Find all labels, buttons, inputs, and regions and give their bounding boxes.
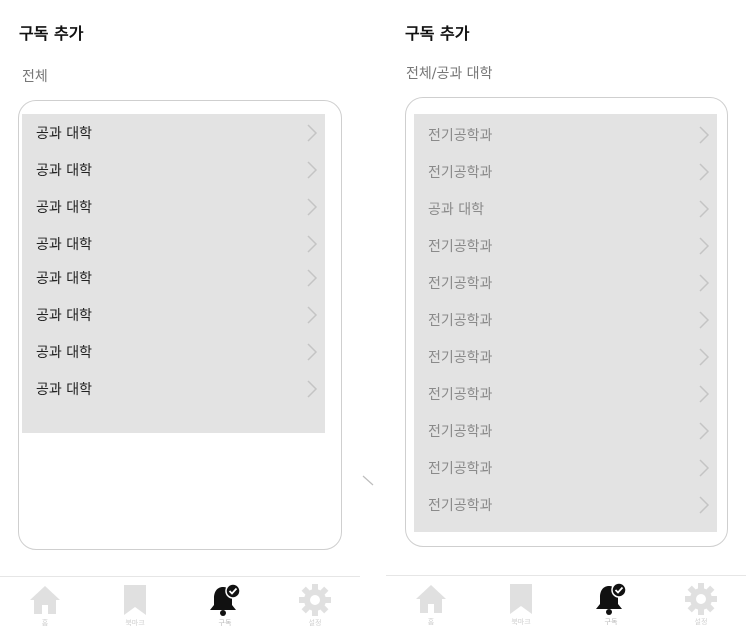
chevron-right-icon xyxy=(699,163,710,181)
chevron-right-icon xyxy=(699,422,710,440)
list-item-label: 공과 대학 xyxy=(36,345,92,361)
list-item[interactable]: 공과 대학 xyxy=(22,263,325,293)
tab-bookmark[interactable]: 북마크 xyxy=(105,577,165,628)
tab-label: 설정 xyxy=(308,619,322,627)
bell-check-icon xyxy=(596,582,627,615)
list-item[interactable]: 전기공학과 xyxy=(414,120,717,150)
list-item[interactable]: 전기공학과 xyxy=(414,268,717,298)
chevron-right-icon xyxy=(699,237,710,255)
tab-label: 홈 xyxy=(427,618,435,626)
home-icon xyxy=(416,585,446,613)
tab-label: 북마크 xyxy=(125,619,145,627)
chevron-right-icon xyxy=(699,496,710,514)
tab-bar: 홈 북마크 구독 설정 xyxy=(386,575,746,641)
tab-settings[interactable]: 설정 xyxy=(671,576,731,627)
college-list: 공과 대학 공과 대학 공과 대학 공과 대학 공과 대학 공과 대학 공과 대… xyxy=(22,114,325,433)
list-item[interactable]: 공과 대학 xyxy=(22,155,325,185)
tab-home[interactable]: 홈 xyxy=(15,577,75,628)
gear-icon xyxy=(299,584,331,616)
list-item-label: 공과 대학 xyxy=(36,308,92,324)
list-item-label: 공과 대학 xyxy=(36,237,92,253)
list-card: 공과 대학 공과 대학 공과 대학 공과 대학 공과 대학 공과 대학 공과 대… xyxy=(18,100,342,550)
chevron-right-icon xyxy=(307,198,318,216)
chevron-right-icon xyxy=(699,311,710,329)
list-item[interactable]: 전기공학과 xyxy=(414,342,717,372)
department-list: 전기공학과 전기공학과 공과 대학 전기공학과 전기공학과 전기공학과 전기공학… xyxy=(414,114,717,532)
bell-check-icon xyxy=(210,583,241,616)
list-item[interactable]: 공과 대학 xyxy=(22,229,325,259)
chevron-right-icon xyxy=(307,343,318,361)
list-item-label: 전기공학과 xyxy=(428,276,493,292)
list-item[interactable]: 전기공학과 xyxy=(414,490,717,520)
gear-icon xyxy=(685,583,717,615)
chevron-right-icon xyxy=(307,235,318,253)
list-item[interactable]: 전기공학과 xyxy=(414,305,717,335)
chevron-right-icon xyxy=(699,126,710,144)
tab-bookmark[interactable]: 북마크 xyxy=(491,576,551,627)
bookmark-icon xyxy=(124,585,146,615)
list-item[interactable]: 공과 대학 xyxy=(22,192,325,222)
chevron-right-icon xyxy=(307,306,318,324)
list-item-label: 전기공학과 xyxy=(428,424,493,440)
chevron-right-icon xyxy=(307,161,318,179)
chevron-right-icon xyxy=(307,124,318,142)
list-item[interactable]: 전기공학과 xyxy=(414,157,717,187)
list-item-label: 전기공학과 xyxy=(428,387,493,403)
list-item-label: 공과 대학 xyxy=(36,200,92,216)
list-item[interactable]: 공과 대학 xyxy=(414,194,717,224)
list-item[interactable]: 전기공학과 xyxy=(414,453,717,483)
list-item-label: 전기공학과 xyxy=(428,461,493,477)
list-item[interactable]: 전기공학과 xyxy=(414,231,717,261)
list-item[interactable]: 공과 대학 xyxy=(22,300,325,330)
breadcrumb[interactable]: 전체/공과 대학 xyxy=(406,63,492,83)
list-item-label: 전기공학과 xyxy=(428,350,493,366)
list-item-label: 공과 대학 xyxy=(428,202,484,218)
list-item-label: 전기공학과 xyxy=(428,313,493,329)
list-item[interactable]: 공과 대학 xyxy=(22,374,325,404)
page-title: 구독 추가 xyxy=(19,24,84,43)
tab-label: 북마크 xyxy=(511,618,531,626)
list-item[interactable]: 전기공학과 xyxy=(414,416,717,446)
tab-settings[interactable]: 설정 xyxy=(285,577,345,628)
chevron-right-icon xyxy=(699,200,710,218)
chevron-right-icon xyxy=(307,380,318,398)
list-item-label: 전기공학과 xyxy=(428,239,493,255)
list-item-label: 전기공학과 xyxy=(428,165,493,181)
screen-right: 구독 추가 전체/공과 대학 전기공학과 전기공학과 공과 대학 전기공학과 전… xyxy=(386,0,746,641)
screen-left: 구독 추가 전체 공과 대학 공과 대학 공과 대학 공과 대학 공과 대학 공… xyxy=(0,0,360,641)
tab-label: 구독 xyxy=(218,619,232,627)
list-card: 전기공학과 전기공학과 공과 대학 전기공학과 전기공학과 전기공학과 전기공학… xyxy=(405,97,728,547)
chevron-right-icon xyxy=(699,274,710,292)
list-item-label: 공과 대학 xyxy=(36,163,92,179)
list-item[interactable]: 공과 대학 xyxy=(22,337,325,367)
scroll-mark xyxy=(362,475,374,486)
chevron-right-icon xyxy=(699,385,710,403)
tab-label: 설정 xyxy=(694,618,708,626)
tab-bar: 홈 북마크 구독 설정 xyxy=(0,576,360,641)
page-title: 구독 추가 xyxy=(405,24,470,43)
list-item[interactable]: 공과 대학 xyxy=(22,118,325,148)
list-item-label: 공과 대학 xyxy=(36,126,92,142)
list-item-label: 공과 대학 xyxy=(36,382,92,398)
list-item-label: 전기공학과 xyxy=(428,128,493,144)
tab-label: 구독 xyxy=(604,618,618,626)
breadcrumb[interactable]: 전체 xyxy=(22,66,48,86)
chevron-right-icon xyxy=(699,348,710,366)
tab-subscribe[interactable]: 구독 xyxy=(581,576,641,627)
list-item-label: 공과 대학 xyxy=(36,271,92,287)
bookmark-icon xyxy=(510,584,532,614)
list-item-label: 전기공학과 xyxy=(428,498,493,514)
tab-home[interactable]: 홈 xyxy=(401,576,461,627)
chevron-right-icon xyxy=(699,459,710,477)
tab-subscribe[interactable]: 구독 xyxy=(195,577,255,628)
list-item[interactable]: 전기공학과 xyxy=(414,379,717,409)
tab-label: 홈 xyxy=(41,619,49,627)
home-icon xyxy=(30,586,60,614)
chevron-right-icon xyxy=(307,269,318,287)
